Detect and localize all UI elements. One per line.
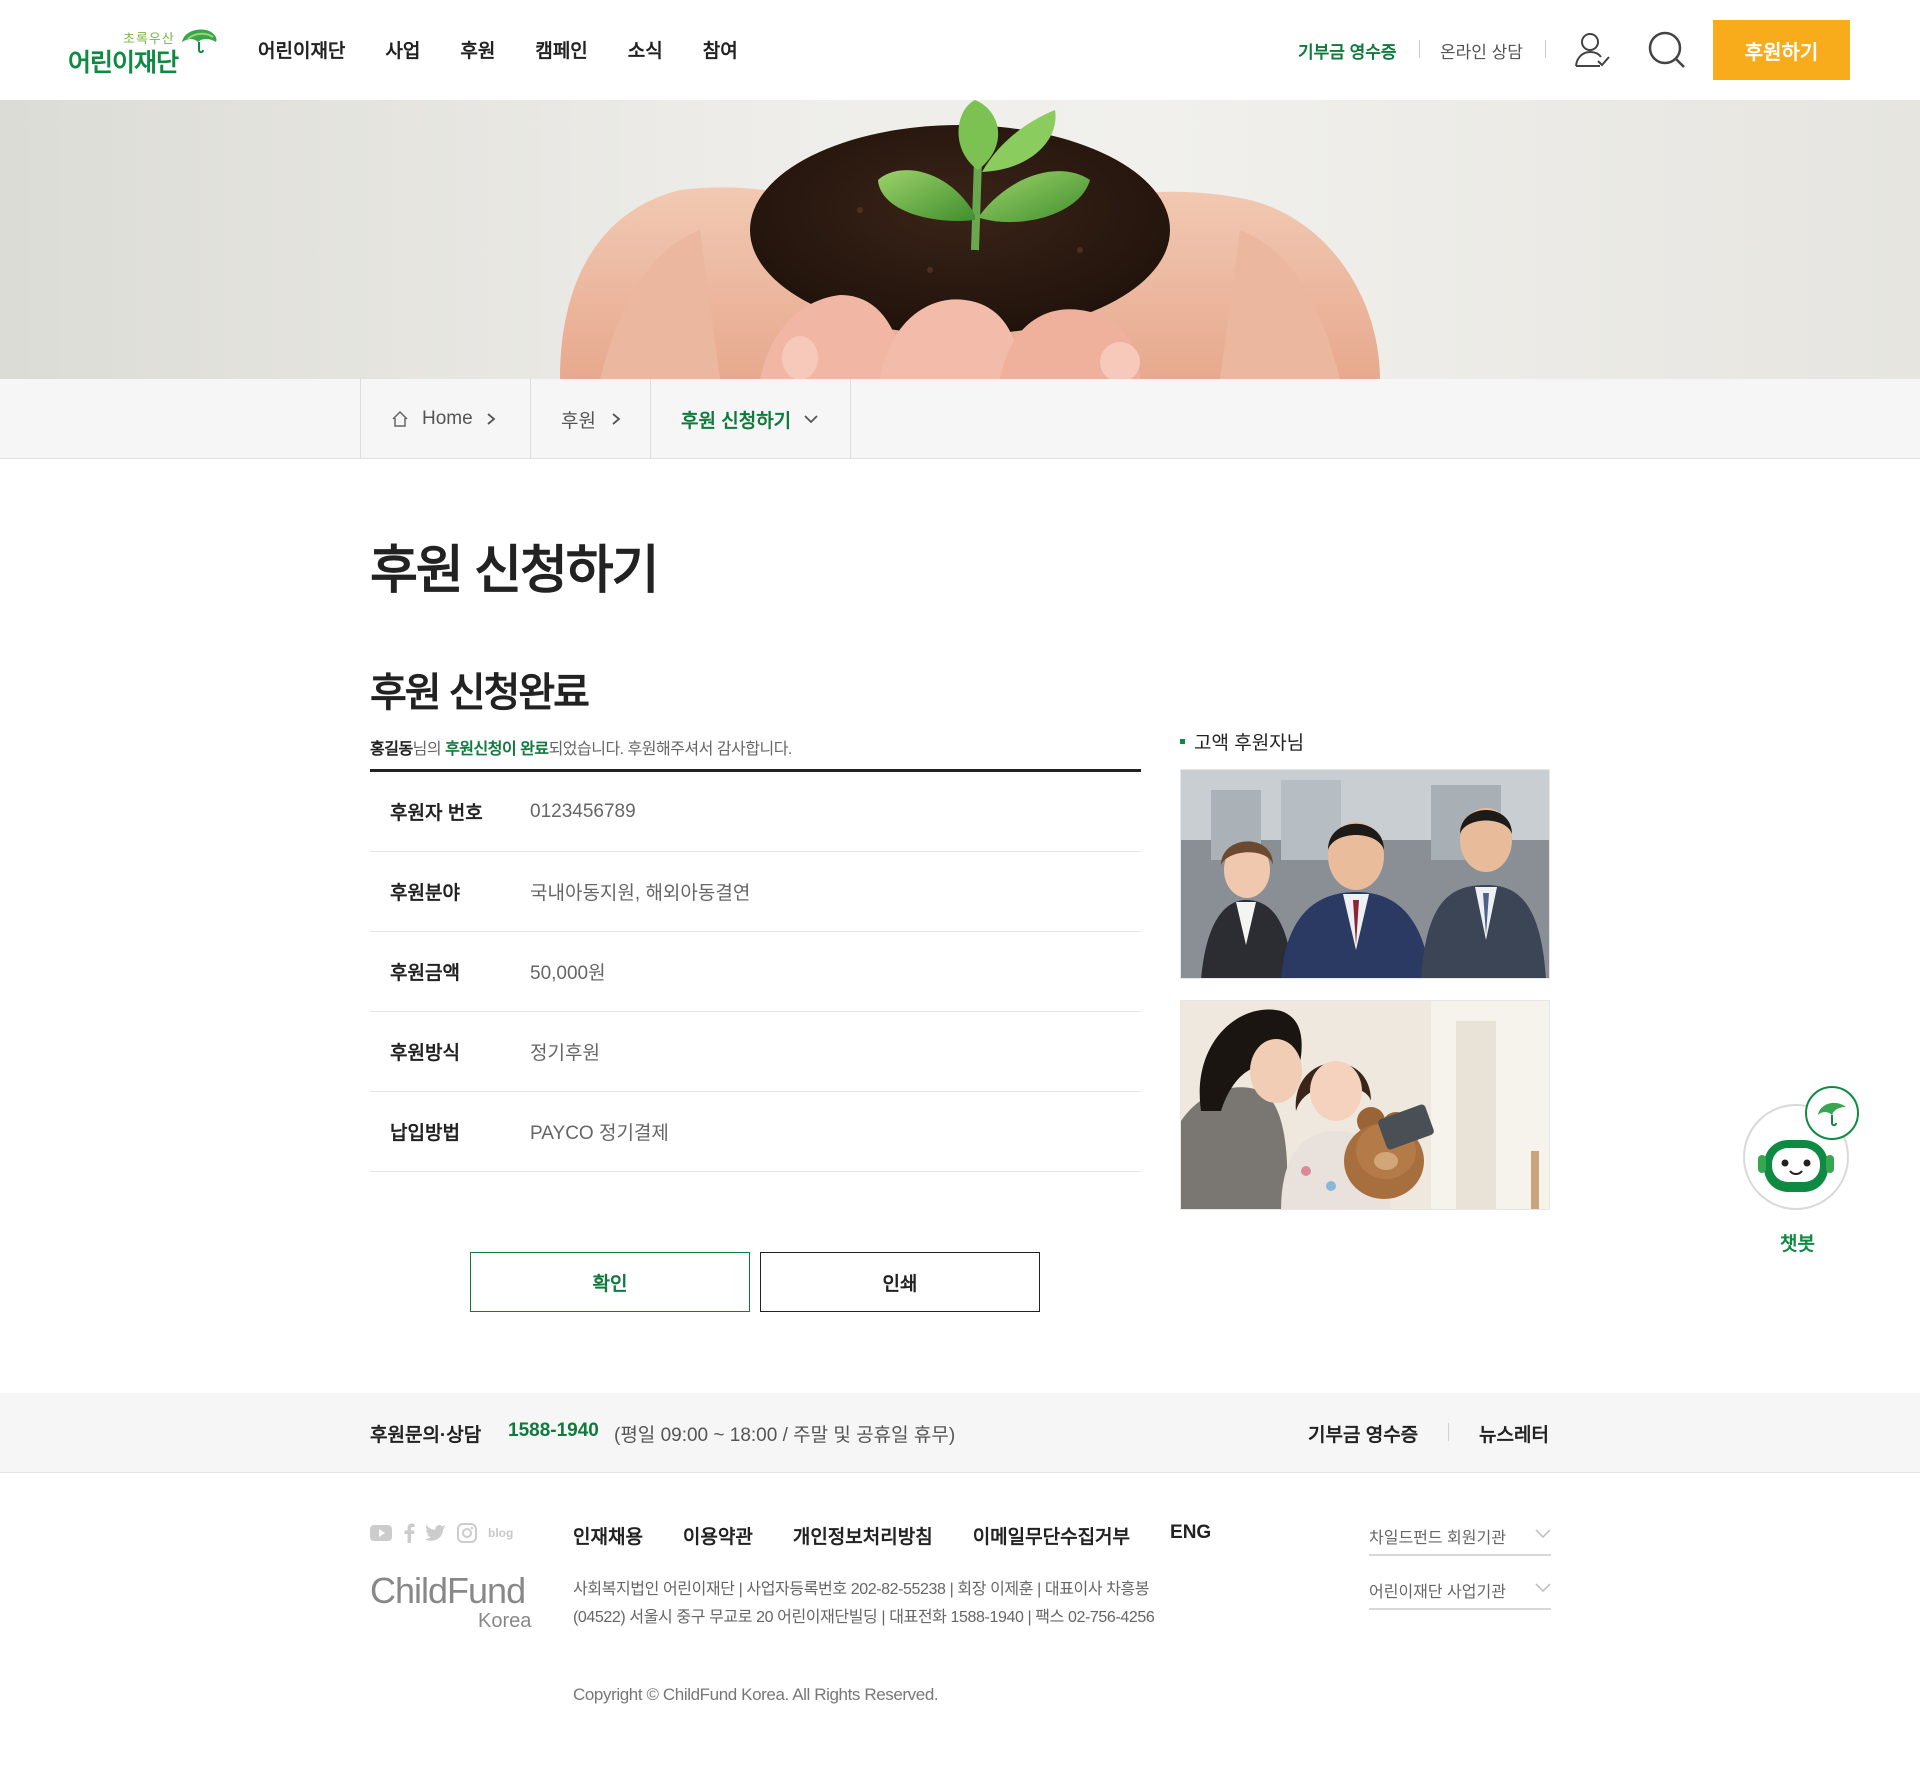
thanks-tail: 되었습니다. 후원해주셔서 감사합니다. (548, 741, 793, 758)
select-value: 어린이재단 사업기관 (1369, 1584, 1506, 1601)
thanks-highlight: 후원신청이 완료 (445, 741, 549, 758)
footer-address: 사회복지법인 어린이재단 | 사업자등록번호 202-82-55238 | 회장… (573, 1576, 1155, 1632)
chatbot-widget[interactable]: 챗봇 (1740, 1085, 1860, 1255)
row-label: 납입방법 (390, 1123, 460, 1144)
table-row: 납입방법 PAYCO 정기결제 (370, 1092, 1141, 1172)
address-line: 사회복지법인 어린이재단 | 사업자등록번호 202-82-55238 | 회장… (573, 1581, 1150, 1598)
footer-link-eng[interactable]: ENG (1170, 1522, 1211, 1549)
childfund-wordmark: ChildFund (370, 1570, 526, 1611)
row-label: 후원금액 (390, 963, 460, 984)
business-people-image (1181, 770, 1549, 978)
row-value: 50,000원 (530, 963, 606, 984)
util-divider (1419, 40, 1420, 58)
site-header: 초록우산 어린이재단 어린이재단 사업 후원 캠페인 소식 참여 기부금 영수증… (0, 0, 1920, 100)
print-button[interactable]: 인쇄 (760, 1252, 1040, 1312)
facebook-icon[interactable] (403, 1523, 415, 1543)
footer-nav: 인재채용 이용약관 개인정보처리방침 이메일무단수집거부 ENG (573, 1522, 1251, 1549)
newsletter-link[interactable]: 뉴스레터 (1479, 1420, 1549, 1447)
umbrella-leaf-icon (182, 29, 217, 54)
contact-hours: (평일 09:00 ~ 18:00 / 주말 및 공휴일 휴무) (614, 1425, 956, 1446)
twitter-icon[interactable] (426, 1524, 446, 1542)
breadcrumb-current-dropdown[interactable]: 후원 신청하기 (650, 379, 851, 459)
page-title: 후원 신청하기 (370, 542, 659, 600)
breadcrumb-donation[interactable]: 후원 (530, 379, 650, 459)
row-label: 후원자 번호 (390, 803, 483, 824)
table-row: 후원방식 정기후원 (370, 1012, 1141, 1092)
user-icon[interactable] (1573, 30, 1613, 70)
chevron-down-icon (1535, 1529, 1551, 1539)
receipt-link[interactable]: 기부금 영수증 (1298, 38, 1397, 63)
mother-child-image (1181, 1001, 1549, 1209)
donor-name: 홍길동 (370, 741, 413, 758)
instagram-icon[interactable] (457, 1523, 477, 1543)
sns-links: blog (370, 1523, 513, 1543)
breadcrumb-level2-label: 후원 신청하기 (681, 410, 792, 432)
row-label: 후원분야 (390, 883, 460, 904)
chevron-right-icon (487, 413, 496, 425)
footer-link-email-refusal[interactable]: 이메일무단수집거부 (973, 1522, 1130, 1549)
footer-link-recruit[interactable]: 인재채용 (573, 1522, 643, 1549)
hero-banner (0, 100, 1920, 379)
site-logo[interactable]: 초록우산 어린이재단 (68, 26, 218, 77)
thanks-message: 홍길동님의 후원신청이 완료되었습니다. 후원해주셔서 감사합니다. (370, 735, 792, 759)
footer-link-privacy[interactable]: 개인정보처리방침 (793, 1522, 933, 1549)
chatbot-icon (1743, 1086, 1859, 1210)
row-label: 후원방식 (390, 1043, 460, 1064)
main-nav: 어린이재단 사업 후원 캠페인 소식 참여 (258, 36, 778, 63)
home-icon (392, 410, 408, 427)
footer-link-terms[interactable]: 이용약관 (683, 1522, 753, 1549)
util-divider (1545, 40, 1546, 58)
blog-link[interactable]: blog (488, 1526, 513, 1540)
business-org-select[interactable]: 어린이재단 사업기관 (1369, 1568, 1551, 1610)
band-divider (1448, 1423, 1449, 1441)
childfund-korea: Korea (478, 1610, 532, 1632)
contact-phone: 1588-1940 (508, 1420, 599, 1441)
donate-button[interactable]: 후원하기 (1713, 20, 1850, 80)
nav-foundation[interactable]: 어린이재단 (258, 36, 345, 63)
copyright: Copyright © ChildFund Korea. All Rights … (573, 1685, 939, 1704)
donation-info-table: 후원자 번호 0123456789 후원분야 국내아동지원, 해외아동결연 후원… (370, 769, 1141, 1172)
side-title-text: 고액 후원자님 (1194, 733, 1305, 754)
row-value: 0123456789 (530, 800, 636, 822)
nav-participate[interactable]: 참여 (703, 36, 738, 63)
side-title: 고액 후원자님 (1180, 728, 1304, 755)
confirm-button[interactable]: 확인 (470, 1252, 750, 1312)
youtube-icon[interactable] (370, 1525, 392, 1541)
bullet-icon (1180, 739, 1185, 744)
seedling-hands-image (560, 100, 1380, 379)
online-consult-link[interactable]: 온라인 상담 (1440, 38, 1523, 63)
member-org-select[interactable]: 차일드펀드 회원기관 (1369, 1514, 1551, 1556)
breadcrumb-level1-label: 후원 (561, 410, 596, 432)
table-row: 후원금액 50,000원 (370, 932, 1141, 1012)
row-value: 국내아동지원, 해외아동결연 (530, 883, 751, 904)
nav-campaign[interactable]: 캠페인 (535, 36, 587, 63)
chevron-down-icon (1535, 1583, 1551, 1593)
mother-child-photo (1180, 1000, 1550, 1210)
select-value: 차일드펀드 회원기관 (1369, 1530, 1506, 1547)
thanks-mid: 님의 (412, 741, 446, 758)
section-title: 후원 신청완료 (370, 671, 590, 715)
chatbot-label: 챗봇 (1780, 1234, 1815, 1255)
search-icon[interactable] (1647, 30, 1687, 70)
footer-receipt-link[interactable]: 기부금 영수증 (1308, 1420, 1418, 1447)
row-value: 정기후원 (530, 1043, 600, 1064)
table-row: 후원자 번호 0123456789 (370, 772, 1141, 852)
row-value: PAYCO 정기결제 (530, 1123, 669, 1144)
logo-title: 어린이재단 (68, 49, 179, 77)
address-line: (04522) 서울시 중구 무교로 20 어린이재단빌딩 | 대표전화 158… (573, 1609, 1155, 1626)
table-row: 후원분야 국내아동지원, 해외아동결연 (370, 852, 1141, 932)
chevron-down-icon (804, 415, 818, 424)
nav-business[interactable]: 사업 (385, 36, 420, 63)
contact-label: 후원문의·상담 (370, 1425, 482, 1446)
breadcrumb-home-label: Home (422, 408, 473, 429)
major-donors-photo (1180, 769, 1550, 979)
breadcrumb-home[interactable]: Home (360, 379, 530, 459)
nav-donation[interactable]: 후원 (460, 36, 495, 63)
breadcrumb: Home 후원 후원 신청하기 (0, 379, 1920, 459)
contact-band: 후원문의·상담 1588-1940 (평일 09:00 ~ 18:00 / 주말… (0, 1393, 1920, 1473)
nav-news[interactable]: 소식 (628, 36, 663, 63)
chevron-right-icon (612, 413, 621, 425)
childfund-logo: ChildFund Korea (370, 1570, 531, 1632)
